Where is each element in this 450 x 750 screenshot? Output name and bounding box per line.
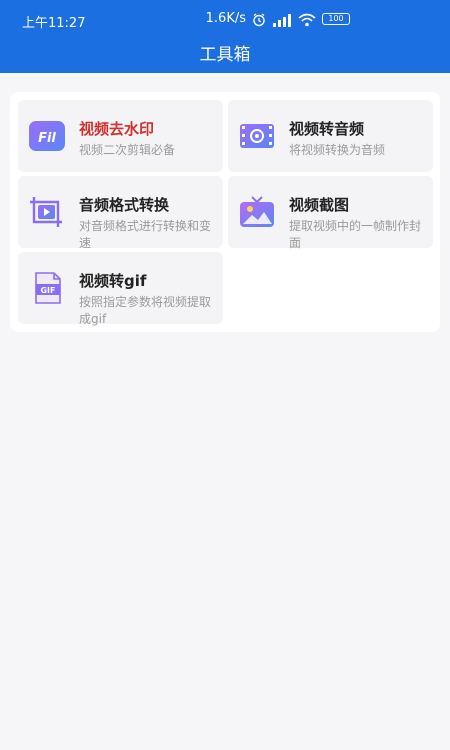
alarm-icon [252, 12, 266, 26]
tools-panel: Fil 视频去水印 视频二次剪辑必备 视频转音频 将视频转换为音频 音频格式转换… [10, 92, 440, 332]
tool-title: 音频格式转换 [79, 196, 170, 214]
tool-video-to-gif[interactable]: GIF 视频转gif 按照指定参数将视频提取成gif [18, 252, 223, 326]
status-icons: 1.6K/s 100 [205, 11, 350, 27]
gif-icon: GIF [28, 270, 68, 306]
status-time: 上午11:27 [22, 16, 86, 31]
svg-text:Fil: Fil [38, 131, 56, 146]
audio-convert-icon [28, 194, 68, 230]
wifi-icon [298, 12, 316, 26]
video-to-audio-icon [238, 118, 278, 154]
tool-description: 将视频转换为音频 [289, 143, 386, 157]
tool-title: 视频转gif [79, 272, 147, 290]
screenshot-icon [238, 194, 278, 230]
network-speed: 1.6K/s [205, 11, 246, 26]
tool-description: 提取视频中的一帧制作封面 [289, 219, 422, 250]
page-title: 工具箱 [199, 45, 251, 65]
tool-description: 视频二次剪辑必备 [79, 143, 176, 157]
battery-level: 100 [328, 14, 344, 23]
tool-audio-convert[interactable]: 音频格式转换 对音频格式进行转换和变速 [18, 176, 223, 250]
tool-description: 按照指定参数将视频提取成gif [79, 295, 212, 326]
video-watermark-icon: Fil [28, 118, 68, 154]
tool-video-watermark[interactable]: Fil 视频去水印 视频二次剪辑必备 [18, 100, 223, 172]
battery-icon: 100 [322, 12, 350, 25]
tool-title: 视频转音频 [289, 120, 365, 138]
svg-text:GIF: GIF [40, 286, 55, 295]
app-bar: 上午11:27 1.6K/s 100 工具箱 [0, 0, 450, 73]
tool-video-to-audio[interactable]: 视频转音频 将视频转换为音频 [228, 100, 433, 172]
tool-title: 视频截图 [289, 196, 350, 214]
tool-description: 对音频格式进行转换和变速 [79, 219, 212, 250]
tool-title: 视频去水印 [79, 120, 155, 138]
signal-icon [272, 12, 292, 27]
tool-video-screenshot[interactable]: 视频截图 提取视频中的一帧制作封面 [228, 176, 433, 250]
